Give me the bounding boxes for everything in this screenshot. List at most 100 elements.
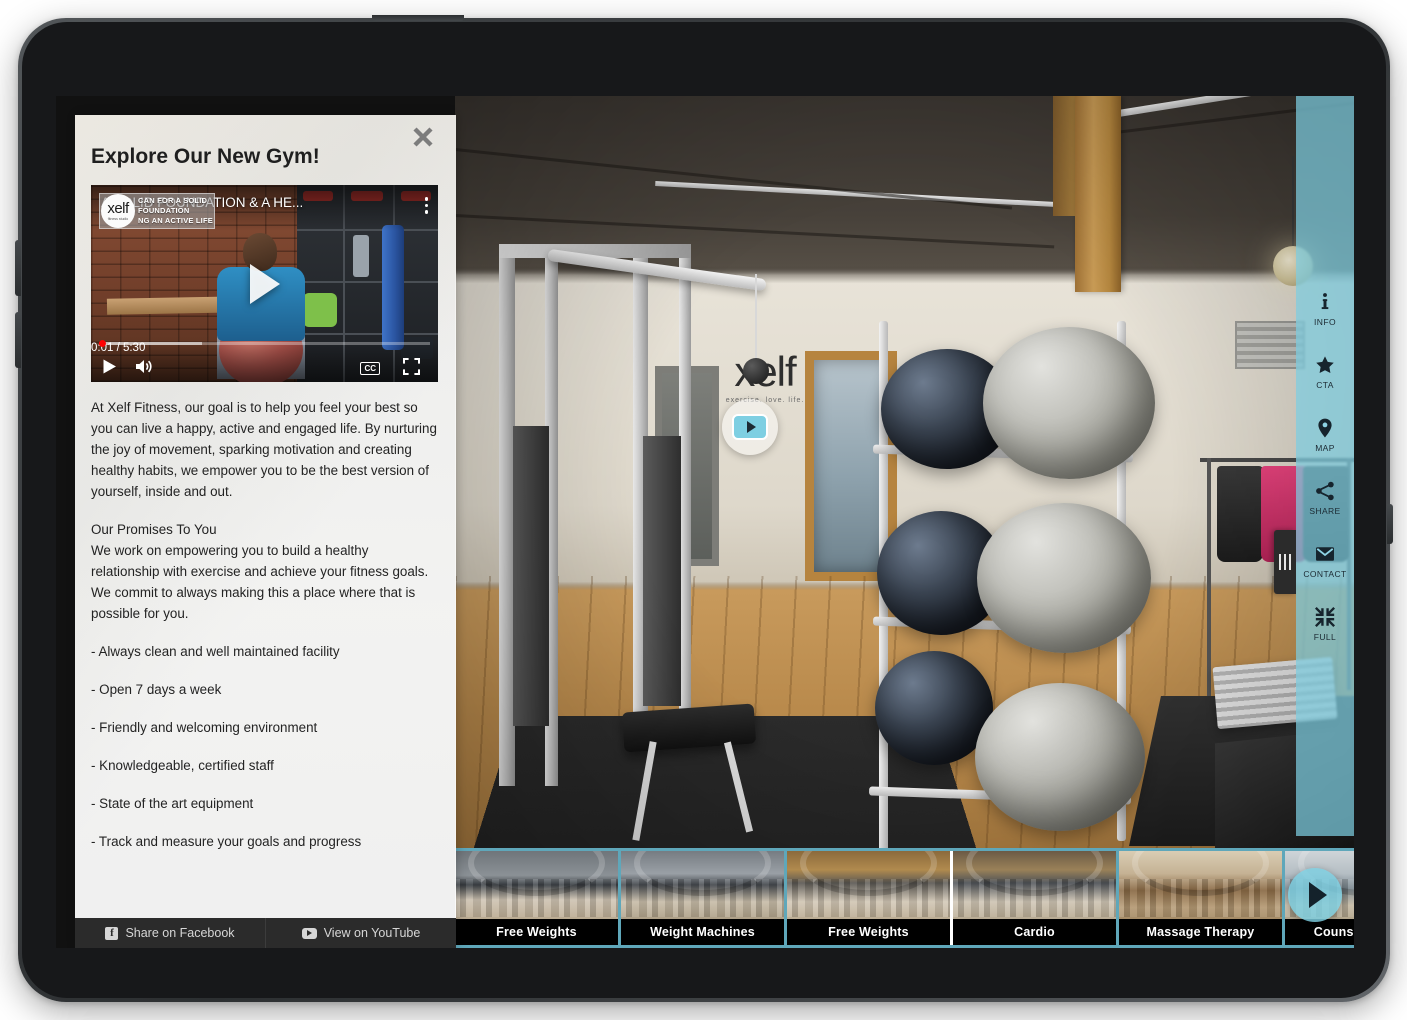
pulley-cable [755,274,757,364]
volume-up-button[interactable] [15,240,21,296]
envelope-icon [1316,546,1334,561]
side-button[interactable] [1387,504,1393,544]
thumbnail-caption: Massage Therapy [1119,919,1282,945]
share-on-facebook-button[interactable]: f Share on Facebook [75,918,265,948]
virtual-tour-viewport[interactable]: xelf exercise. love. life. [455,96,1354,948]
thumbnail-caption: Counselling Area [1285,919,1354,945]
tour-toolbar: INFO CTA MAP SHARE CONTACT FULL [1296,96,1354,836]
toolbar-label-full: FULL [1313,631,1337,642]
progress-buffered [99,342,202,345]
bullet-item: - Knowledgeable, certified staff [91,758,274,773]
page-title: Explore Our New Gym! [91,145,320,168]
bullet-item: - Open 7 days a week [91,682,222,697]
volume-icon [136,360,152,373]
close-icon [413,127,433,147]
thumbnail-detail [455,879,618,917]
fullscreen-icon [403,358,420,375]
thumbnail-cardio[interactable]: Cardio [953,851,1119,945]
ceiling-pipe-secondary [655,181,1075,208]
tablet-device: xelf exercise. love. life. [15,15,1393,1002]
bullet-item: - Always clean and well maintained facil… [91,644,340,659]
thumbnail-free-weights-1[interactable]: Free Weights [455,851,621,945]
video-hotspot[interactable] [722,399,778,455]
bullet-item: - Friendly and welcoming environment [91,720,318,735]
video-play-button[interactable] [101,358,118,375]
map-pin-icon [1318,418,1332,437]
toolbar-label-info: INFO [1314,316,1336,327]
fullscreen-collapse-icon [1314,606,1335,627]
info-panel: Explore Our New Gym! & A HE... xelf fitn… [75,115,456,948]
channel-logo: xelf fitness studio [101,194,135,228]
youtube-video-player[interactable]: A SOLID FOUNDATION & A HE... xelf fitnes… [91,185,438,382]
thumbnail-detail [1119,879,1282,917]
panorama-image[interactable]: xelf exercise. love. life. [455,96,1354,948]
thumbnail-caption: Cardio [953,919,1116,945]
thumbnail-detail [621,879,784,917]
watermark-line-1: CAN FOR A SOLID FOUNDATION [138,195,208,215]
scene-filmstrip[interactable]: Free Weights Weight Machines Free Weight… [455,848,1354,948]
panel-scroll-area[interactable]: Explore Our New Gym! & A HE... xelf fitn… [75,115,456,948]
bullet-item: - Track and measure your goals and progr… [91,834,362,849]
toolbar-label-contact: CONTACT [1303,568,1347,579]
channel-watermark[interactable]: xelf fitness studio CAN FOR A SOLID FOUN… [99,193,215,229]
youtube-label: View on YouTube [323,926,421,940]
toolbar-item-info[interactable]: INFO [1314,291,1336,327]
video-big-play-button[interactable] [249,263,280,304]
watermark-line-2: NG AN ACTIVE LIFE [138,216,213,226]
cable-weight [743,358,769,384]
lamp-wire [1292,156,1294,248]
promises-paragraph: We work on empowering you to build a hea… [91,543,429,621]
watermark-text: CAN FOR A SOLID FOUNDATION NG AN ACTIVE … [135,196,214,226]
toolbar-item-contact[interactable]: CONTACT [1303,543,1346,579]
facebook-icon: f [105,926,119,940]
facebook-label: Share on Facebook [125,926,235,940]
thumbnail-detail [953,879,1116,917]
video-fullscreen-button[interactable] [403,358,420,375]
toolbar-label-map: MAP [1315,442,1335,453]
video-controls-bar: 0:01 / 5:30 CC [91,340,438,382]
channel-logo-sub: fitness studio [107,217,129,221]
screen: xelf exercise. love. life. [56,96,1354,948]
hanging-shirt [1217,466,1263,562]
thumbnail-free-weights-2-active[interactable]: Free Weights [787,851,953,945]
thumbnail-caption: Weight Machines [621,919,784,945]
channel-logo-word: xelf [107,200,129,217]
view-on-youtube-button[interactable]: View on YouTube [265,918,456,948]
youtube-icon [301,927,317,939]
close-button[interactable] [410,124,436,150]
ceiling-beam [455,148,1013,210]
thumbnail-caption: Free Weights [455,919,618,945]
play-icon [103,359,116,374]
toolbar-item-share[interactable]: SHARE [1309,480,1340,516]
video-volume-button[interactable] [135,358,153,375]
filmstrip-next-button[interactable] [1288,868,1342,922]
wood-post [1075,96,1121,292]
panel-body-text: At Xelf Fitness, our goal is to help you… [91,397,440,852]
video-captions-button[interactable]: CC [360,362,380,375]
toolbar-item-map[interactable]: MAP [1314,417,1336,453]
video-more-options-button[interactable] [424,197,428,214]
wall-vent [1235,321,1305,369]
thumbnail-detail [787,879,950,917]
star-icon [1316,355,1334,373]
cc-icon: CC [360,362,380,375]
panel-share-footer: f Share on Facebook View on YouTube [75,918,456,948]
toolbar-item-cta[interactable]: CTA [1314,354,1336,390]
toolbar-label-share: SHARE [1309,505,1341,516]
thumbnail-massage-therapy[interactable]: Massage Therapy [1119,851,1285,945]
video-progress-bar[interactable] [99,340,430,347]
wood-post-secondary [1053,96,1075,216]
progress-scrubber[interactable] [99,340,106,347]
share-icon [1316,481,1334,500]
toolbar-label-cta: CTA [1316,379,1334,390]
toolbar-item-full[interactable]: FULL [1314,606,1336,642]
chevron-right-icon [1308,882,1327,908]
intro-paragraph: At Xelf Fitness, our goal is to help you… [91,400,437,499]
foam-roller [382,225,404,350]
info-icon [1321,292,1329,309]
toolbar-collapse-handle[interactable] [1274,530,1296,594]
volume-down-button[interactable] [15,312,21,368]
hotspot-video-icon [732,414,768,440]
thumbnail-weight-machines[interactable]: Weight Machines [621,851,787,945]
power-button[interactable] [372,15,464,21]
